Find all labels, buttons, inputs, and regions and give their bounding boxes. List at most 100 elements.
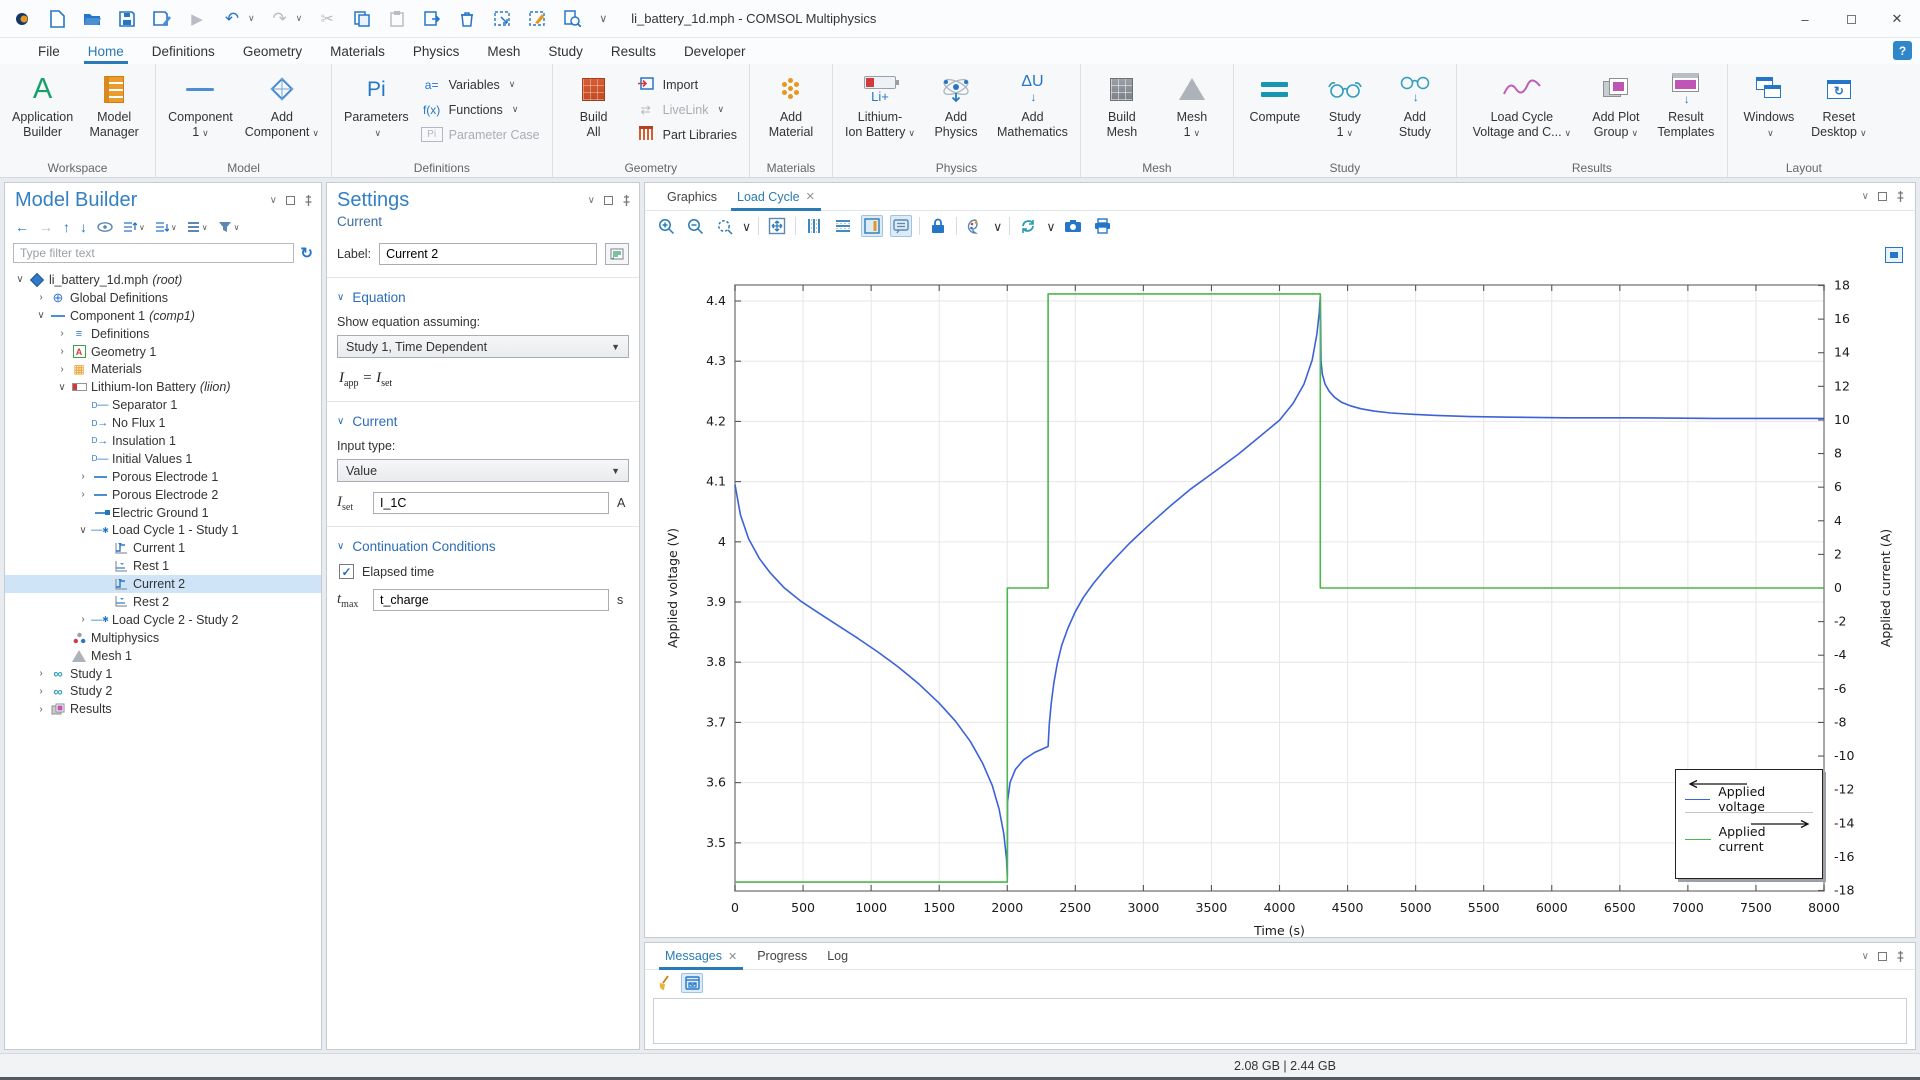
tree-item-load-cycle-2[interactable]: ›—✱Load Cycle 2 - Study 2 [5,611,321,629]
add-mathematics-button[interactable]: ΔU↓ AddMathematics [991,68,1074,142]
application-builder-button[interactable]: A ApplicationBuilder [6,68,79,142]
panel-menu-icon[interactable]: ∨ [1862,192,1869,202]
variables-button[interactable]: a=Variables∨ [415,74,546,95]
expand-all-button[interactable]: ∨ [123,221,145,233]
functions-button[interactable]: f(x)Functions∨ [415,99,546,120]
parameters-button[interactable]: Pi Parameters∨ [338,68,415,143]
tab-log[interactable]: Log [817,943,858,970]
move-up-button[interactable]: ↑ [63,219,70,235]
build-mesh-button[interactable]: BuildMesh [1087,68,1157,142]
expander-icon[interactable]: ∨ [76,525,90,536]
tree-item-load-cycle-1[interactable]: ∨—✱Load Cycle 1 - Study 1 [5,521,321,539]
tab-close-icon[interactable]: ✕ [806,190,815,203]
dropdown-caret-icon[interactable]: ∨ [742,219,751,234]
compute-button[interactable]: Compute [1240,68,1310,142]
tree-item-lithium-ion-battery[interactable]: ∨Lithium-Ion Battery(liion) [5,378,321,396]
expander-icon[interactable]: › [34,704,48,715]
tree-item-component-1[interactable]: ∨Component 1(comp1) [5,307,321,325]
tree-item-initial-values-1[interactable]: D—Initial Values 1 [5,450,321,468]
maximize-button[interactable] [1828,0,1874,38]
menu-mesh[interactable]: Mesh [473,38,534,64]
lock-axes-button[interactable] [927,215,949,237]
dropdown-caret-icon[interactable]: ∨ [1046,219,1055,234]
add-plot-group-button[interactable]: Add PlotGroup∨ [1581,68,1651,143]
clear-messages-button[interactable] [653,973,675,993]
tree-item-current-1[interactable]: Current 1 [5,539,321,557]
create-note-button[interactable] [605,243,629,265]
parameter-case-button[interactable]: PiParameter Case [415,124,546,145]
tree-item-porous-electrode-2[interactable]: ›Porous Electrode 2 [5,486,321,504]
expander-icon[interactable]: ∨ [55,382,69,393]
tree-filter-input[interactable] [13,243,294,263]
tree-item-global-definitions[interactable]: ›⊕Global Definitions [5,289,321,307]
menu-study[interactable]: Study [534,38,597,64]
zoom-box-button[interactable] [713,215,735,237]
plot-area[interactable]: 0500100015002000250030003500400045005000… [645,241,1917,941]
show-all-messages-button[interactable] [681,973,703,993]
print-button[interactable] [1091,215,1113,237]
help-button[interactable]: ? [1893,41,1912,60]
panel-pin-icon[interactable] [304,195,313,206]
section-continuation-conditions[interactable]: ∨Continuation Conditions [327,533,639,560]
part-libraries-button[interactable]: Part Libraries [629,124,743,145]
panel-menu-icon[interactable]: ∨ [588,196,595,206]
tab-progress[interactable]: Progress [747,943,817,970]
expander-icon[interactable]: › [55,364,69,375]
dropdown-caret-icon[interactable]: ∨ [993,219,1002,234]
y-grid-button[interactable] [832,215,854,237]
component-1-button[interactable]: Component1∨ [162,68,239,143]
tree-item-separator-1[interactable]: D—Separator 1 [5,396,321,414]
expander-icon[interactable]: › [76,489,90,500]
minimize-button[interactable]: – [1782,0,1828,38]
menu-geometry[interactable]: Geometry [229,38,316,64]
import-button[interactable]: Import [629,74,743,95]
add-component-button[interactable]: AddComponent∨ [239,68,325,143]
tree-item-no-flux-1[interactable]: D→No Flux 1 [5,414,321,432]
panel-menu-icon[interactable]: ∨ [1862,952,1869,962]
equation-assuming-select[interactable]: Study 1, Time Dependent▼ [337,335,629,358]
expander-icon[interactable]: ∨ [34,310,48,321]
filter-button[interactable]: ∨ [218,221,240,233]
menu-results[interactable]: Results [597,38,670,64]
zoom-in-button[interactable] [655,215,677,237]
back-button[interactable]: ← [15,219,29,235]
duplicate-button[interactable] [422,9,442,29]
model-manager-button[interactable]: ModelManager [79,68,149,142]
expander-icon[interactable]: ∨ [13,274,27,285]
refresh-filter-icon[interactable]: ↻ [300,244,313,262]
show-options-button[interactable] [97,222,113,232]
iset-input[interactable] [373,492,609,514]
menu-physics[interactable]: Physics [399,38,474,64]
add-material-button[interactable]: AddMaterial [756,68,826,142]
tree-item-rest-1[interactable]: Rest 1 [5,557,321,575]
select-draw-button[interactable] [527,9,547,29]
panel-menu-icon[interactable]: ∨ [270,196,277,206]
tab-graphics[interactable]: Graphics [657,183,727,211]
panel-maximize-icon[interactable] [1878,952,1887,961]
menu-materials[interactable]: Materials [316,38,399,64]
run-button[interactable]: ▶ [187,9,207,29]
forward-button[interactable]: → [39,219,53,235]
result-templates-button[interactable]: ↓ ResultTemplates [1651,68,1721,142]
panel-pin-icon[interactable] [1896,951,1905,962]
plot-context-icon[interactable] [1885,247,1903,263]
menu-home[interactable]: Home [74,38,138,64]
tree-item-geometry-1[interactable]: ›AGeometry 1 [5,343,321,361]
tree-item-electric-ground-1[interactable]: Electric Ground 1 [5,504,321,522]
tree-item-study-1[interactable]: ›∞Study 1 [5,665,321,683]
color-theme-button[interactable] [964,215,986,237]
expander-icon[interactable]: › [34,292,48,303]
menu-definitions[interactable]: Definitions [138,38,229,64]
delete-button[interactable] [457,9,477,29]
tree-item-rest-2[interactable]: Rest 2 [5,593,321,611]
panel-pin-icon[interactable] [622,195,631,206]
cut-button[interactable]: ✂ [317,9,337,29]
menu-developer[interactable]: Developer [670,38,760,64]
expander-icon[interactable]: › [76,471,90,482]
tree-item-materials[interactable]: ›▦Materials [5,360,321,378]
build-all-button[interactable]: BuildAll [559,68,629,142]
tmax-input[interactable] [373,589,609,611]
close-button[interactable]: ✕ [1874,0,1920,38]
load-cycle-voltage-button[interactable]: Load CycleVoltage and C...∨ [1463,68,1581,143]
tree-item-root[interactable]: ∨li_battery_1d.mph(root) [5,271,321,289]
